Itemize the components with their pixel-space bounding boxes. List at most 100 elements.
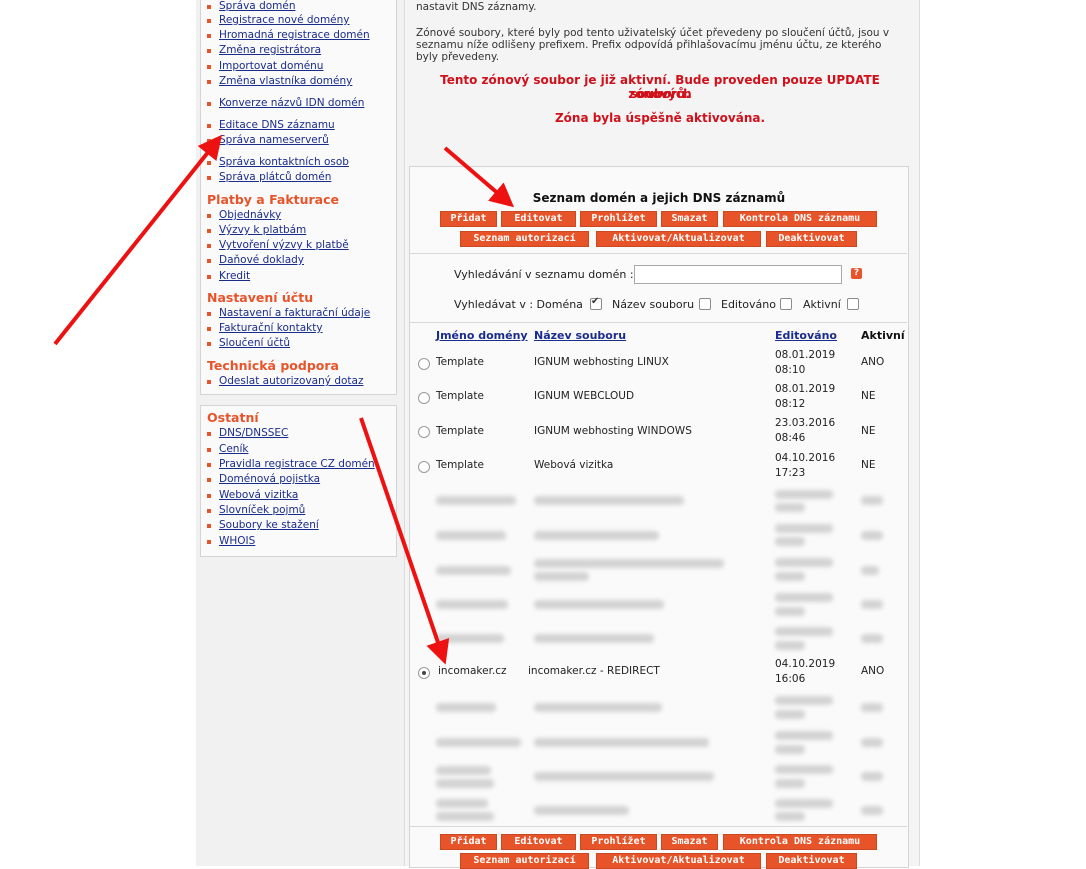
- blurred-cell: [861, 772, 883, 781]
- activate-button[interactable]: Aktivovat/Aktualizovat: [596, 231, 761, 247]
- column-header-active: Aktivní: [861, 329, 905, 342]
- sidebar-item-label[interactable]: Editace DNS záznamu: [219, 119, 335, 132]
- blurred-cell: [775, 745, 805, 754]
- sidebar-item-label[interactable]: Změna vlastníka domény: [219, 75, 352, 88]
- blurred-cell: [775, 765, 833, 774]
- filter-label: Vyhledávat v : Doména: [454, 298, 583, 311]
- blurred-cell: [861, 806, 883, 815]
- sidebar-item-label[interactable]: Kredit: [219, 270, 250, 283]
- sidebar-item-label[interactable]: Konverze názvů IDN domén: [219, 97, 364, 110]
- filter-active-checkbox[interactable]: [847, 298, 859, 310]
- blurred-cell: [436, 703, 496, 712]
- sidebar-item-label[interactable]: Slovníček pojmů: [219, 504, 305, 517]
- row-radio[interactable]: [418, 426, 430, 438]
- blurred-cell: [436, 531, 506, 540]
- column-header-domain[interactable]: Jméno domény: [436, 329, 528, 342]
- sidebar-item-label[interactable]: Registrace nové domény: [219, 14, 350, 27]
- row-radio[interactable]: [418, 392, 430, 404]
- sidebar-item-label[interactable]: Ceník: [219, 443, 248, 456]
- other-heading: Ostatní: [207, 410, 259, 425]
- add-button-bottom[interactable]: Přidat: [440, 834, 497, 850]
- blurred-cell: [534, 572, 589, 581]
- bullet-icon: [207, 540, 211, 544]
- sidebar-item-label[interactable]: Správa kontaktních osob: [219, 156, 349, 169]
- bullet-icon: [207, 463, 211, 467]
- sidebar-item-label[interactable]: Odeslat autorizovaný dotaz: [219, 375, 363, 388]
- bullet-icon: [207, 244, 211, 248]
- blurred-cell: [775, 627, 833, 636]
- row-domain: incomaker.cz: [438, 665, 507, 677]
- sidebar-item-label[interactable]: Správa plátců domén: [219, 171, 331, 184]
- blurred-cell: [436, 779, 494, 788]
- sidebar-item-label[interactable]: Sloučení účtů: [219, 337, 290, 350]
- blurred-cell: [775, 641, 805, 650]
- sidebar-item-label[interactable]: Webová vizitka: [219, 489, 298, 502]
- blurred-cell: [534, 738, 709, 747]
- sidebar-item-label[interactable]: WHOIS: [219, 535, 255, 548]
- deactivate-button[interactable]: Deaktivovat: [766, 231, 857, 247]
- row-radio[interactable]: [418, 358, 430, 370]
- intro-text-top: nastavit DNS záznamy.: [416, 1, 537, 13]
- column-header-edited[interactable]: Editováno: [775, 329, 837, 342]
- blurred-cell: [775, 572, 805, 581]
- sidebar-item-label[interactable]: Hromadná registrace domén: [219, 29, 370, 42]
- blurred-cell: [861, 600, 883, 609]
- sidebar-item-label[interactable]: DNS/DNSSEC: [219, 427, 288, 440]
- blurred-cell: [775, 799, 833, 808]
- row-date: 04.10.2016: [775, 452, 836, 464]
- filter-edited-checkbox[interactable]: [780, 298, 792, 310]
- sidebar-item-label[interactable]: Vytvoření výzvy k platbě: [219, 239, 349, 252]
- delete-button-bottom[interactable]: Smazat: [661, 834, 718, 850]
- bullet-icon: [207, 139, 211, 143]
- browse-button[interactable]: Prohlížet: [580, 211, 657, 227]
- sidebar-item-label[interactable]: Výzvy k platbám: [219, 224, 306, 237]
- edit-button[interactable]: Editovat: [501, 211, 576, 227]
- sidebar-item-label[interactable]: Správa domén: [219, 0, 296, 13]
- delete-button[interactable]: Smazat: [661, 211, 718, 227]
- authorizations-button[interactable]: Seznam autorizací: [460, 231, 589, 247]
- filter-file-checkbox[interactable]: [699, 298, 711, 310]
- divider: [410, 826, 907, 827]
- blurred-cell: [861, 634, 883, 643]
- sidebar-item-label[interactable]: Nastavení a fakturační údaje: [219, 307, 370, 320]
- blurred-cell: [775, 731, 833, 740]
- sidebar-item-label[interactable]: Objednávky: [219, 209, 281, 222]
- check-dns-button[interactable]: Kontrola DNS záznamu: [723, 211, 877, 227]
- account-heading: Nastavení účtu: [207, 290, 314, 305]
- search-input[interactable]: [634, 265, 842, 284]
- sidebar-item-label[interactable]: Doménová pojistka: [219, 473, 320, 486]
- bullet-icon: [207, 102, 211, 106]
- row-time: 16:06: [775, 673, 806, 685]
- blurred-cell: [775, 503, 805, 512]
- edit-button-bottom[interactable]: Editovat: [501, 834, 576, 850]
- bullet-icon: [207, 214, 211, 218]
- bullet-icon: [207, 5, 211, 9]
- bullet-icon: [207, 65, 211, 69]
- row-radio[interactable]: [418, 461, 430, 473]
- help-icon[interactable]: ?: [851, 268, 862, 279]
- blurred-cell: [775, 537, 805, 546]
- blurred-cell: [436, 496, 516, 505]
- browse-button-bottom[interactable]: Prohlížet: [580, 834, 657, 850]
- bullet-icon: [207, 19, 211, 23]
- row-date: 23.03.2016: [775, 417, 836, 429]
- row-time: 08:12: [775, 398, 806, 410]
- add-button[interactable]: Přidat: [440, 211, 497, 227]
- row-radio-selected[interactable]: [418, 667, 430, 679]
- sidebar-item-label[interactable]: Správa nameserverů: [219, 134, 329, 147]
- sidebar-item-label[interactable]: Soubory ke stažení: [219, 519, 319, 532]
- sidebar-item-label[interactable]: Daňové doklady: [219, 254, 304, 267]
- bullet-icon: [207, 161, 211, 165]
- sidebar-item-label[interactable]: Fakturační kontakty: [219, 322, 323, 335]
- sidebar-item-label[interactable]: Změna registrátora: [219, 44, 321, 57]
- check-dns-button-bottom[interactable]: Kontrola DNS záznamu: [723, 834, 877, 850]
- blurred-cell: [861, 566, 879, 575]
- blurred-cell: [534, 531, 659, 540]
- sidebar-item-label[interactable]: Pravidla registrace CZ domén: [219, 458, 375, 471]
- authorizations-button-bottom[interactable]: Seznam autorizací: [460, 853, 589, 869]
- activate-button-bottom[interactable]: Aktivovat/Aktualizovat: [596, 853, 761, 869]
- sidebar-item-label[interactable]: Importovat doménu: [219, 60, 323, 73]
- filter-domain-checkbox[interactable]: [590, 296, 602, 310]
- deactivate-button-bottom[interactable]: Deaktivovat: [766, 853, 857, 869]
- column-header-file[interactable]: Název souboru: [534, 329, 626, 342]
